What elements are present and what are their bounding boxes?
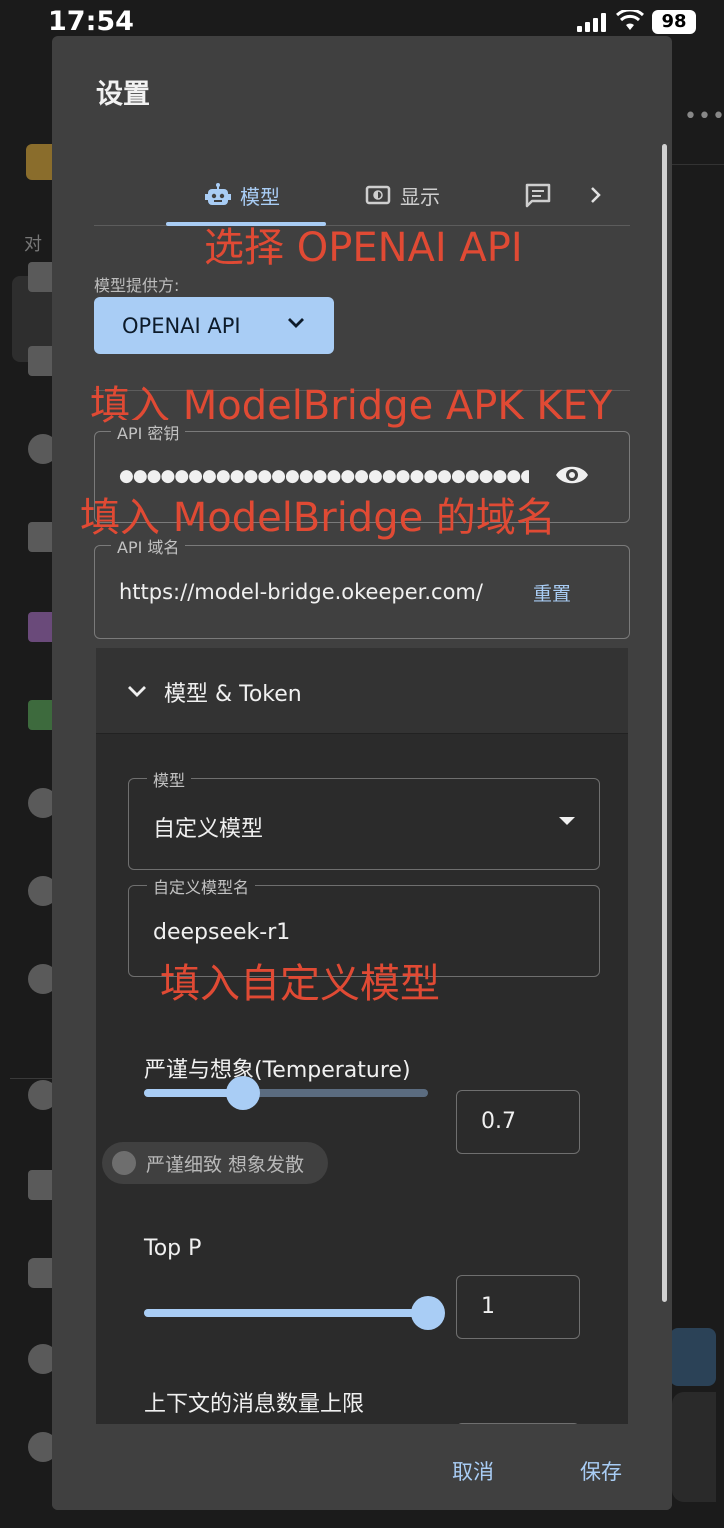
top-p-value: 1 — [481, 1294, 495, 1319]
tab-model-label: 模型 — [240, 184, 280, 209]
chat-icon — [525, 183, 551, 208]
dropdown-arrow-icon — [559, 817, 575, 825]
top-p-value-input[interactable]: 1 — [456, 1275, 580, 1339]
settings-tabs: 模型 显示 — [94, 164, 630, 226]
background-input-area — [672, 1392, 716, 1502]
provider-value: OPENAI API — [122, 313, 241, 338]
annotation-fill-model: 填入自定义模型 — [160, 961, 440, 1007]
annotation-fill-domain: 填入 ModelBridge 的域名 — [80, 495, 556, 541]
chevron-down-icon — [288, 318, 304, 328]
slider-thumb[interactable] — [411, 1296, 445, 1330]
model-token-section: 模型 & Token 模型 自定义模型 自定义模型名 deepseek-r1 填… — [96, 648, 628, 1487]
api-host-label: API 域名 — [111, 534, 186, 558]
settings-dialog: 设置 模型 显示 选择 OPENAI API 模型提供方: OPENAI API… — [52, 36, 672, 1510]
background-send-button — [670, 1328, 716, 1386]
annotation-select-api: 选择 OPENAI API — [204, 225, 523, 271]
temperature-value: 0.7 — [481, 1109, 516, 1134]
model-label: 模型 — [147, 767, 192, 791]
status-time: 17:54 — [48, 6, 134, 37]
provider-select-button[interactable]: OPENAI API — [94, 297, 334, 354]
save-button[interactable]: 保存 — [580, 1456, 622, 1486]
tab-chat[interactable] — [524, 164, 560, 226]
temperature-value-input[interactable]: 0.7 — [456, 1090, 580, 1154]
chevron-right-icon[interactable] — [584, 184, 606, 206]
temperature-hint-text: 严谨细致 想象发散 — [146, 1153, 305, 1176]
reset-button[interactable]: 重置 — [533, 579, 571, 606]
api-host-value: https://model-bridge.okeeper.com/ — [119, 580, 483, 604]
wifi-icon — [616, 10, 644, 30]
tab-display[interactable]: 显示 — [364, 164, 440, 226]
top-p-label: Top P — [144, 1236, 202, 1261]
tab-model[interactable]: 模型 — [204, 164, 280, 226]
section-title: 模型 & Token — [164, 682, 302, 707]
temperature-slider[interactable] — [144, 1076, 428, 1110]
slider-fill — [144, 1309, 428, 1317]
model-select[interactable]: 模型 自定义模型 — [128, 767, 600, 870]
display-icon — [365, 185, 391, 205]
api-key-value: ●●●●●●●●●●●●●●●●●●●●●●●●●●●●●●●●●●●● — [119, 466, 529, 486]
cancel-button[interactable]: 取消 — [452, 1456, 494, 1486]
api-key-label: API 密钥 — [111, 420, 186, 444]
scrollbar[interactable] — [662, 144, 667, 1302]
context-limit-label: 上下文的消息数量上限 — [144, 1392, 365, 1417]
model-value: 自定义模型 — [153, 817, 264, 842]
api-host-field[interactable]: API 域名 https://model-bridge.okeeper.com/… — [94, 534, 630, 639]
dialog-title: 设置 — [96, 79, 150, 110]
provider-label: 模型提供方: — [94, 276, 180, 295]
robot-icon — [205, 183, 231, 205]
background-divider — [672, 164, 724, 165]
cellular-signal-icon — [577, 12, 607, 32]
chevron-down-icon — [128, 686, 146, 697]
top-p-slider[interactable] — [144, 1296, 445, 1330]
slider-thumb[interactable] — [226, 1076, 260, 1110]
background-sidebar: 对 — [0, 44, 60, 1528]
dialog-footer: 取消 保存 — [52, 1424, 672, 1510]
background-section-label: 对 — [24, 234, 42, 255]
temperature-hint-chip: 严谨细致 想象发散 — [102, 1142, 328, 1184]
background-more-icon: ••• — [684, 104, 724, 129]
custom-model-value: deepseek-r1 — [153, 920, 291, 945]
tab-display-label: 显示 — [400, 184, 440, 209]
eye-icon[interactable] — [555, 462, 589, 488]
battery-indicator: 98 — [652, 10, 696, 34]
section-header[interactable]: 模型 & Token — [96, 648, 628, 734]
hint-icon — [112, 1151, 136, 1175]
custom-model-label: 自定义模型名 — [147, 874, 256, 898]
